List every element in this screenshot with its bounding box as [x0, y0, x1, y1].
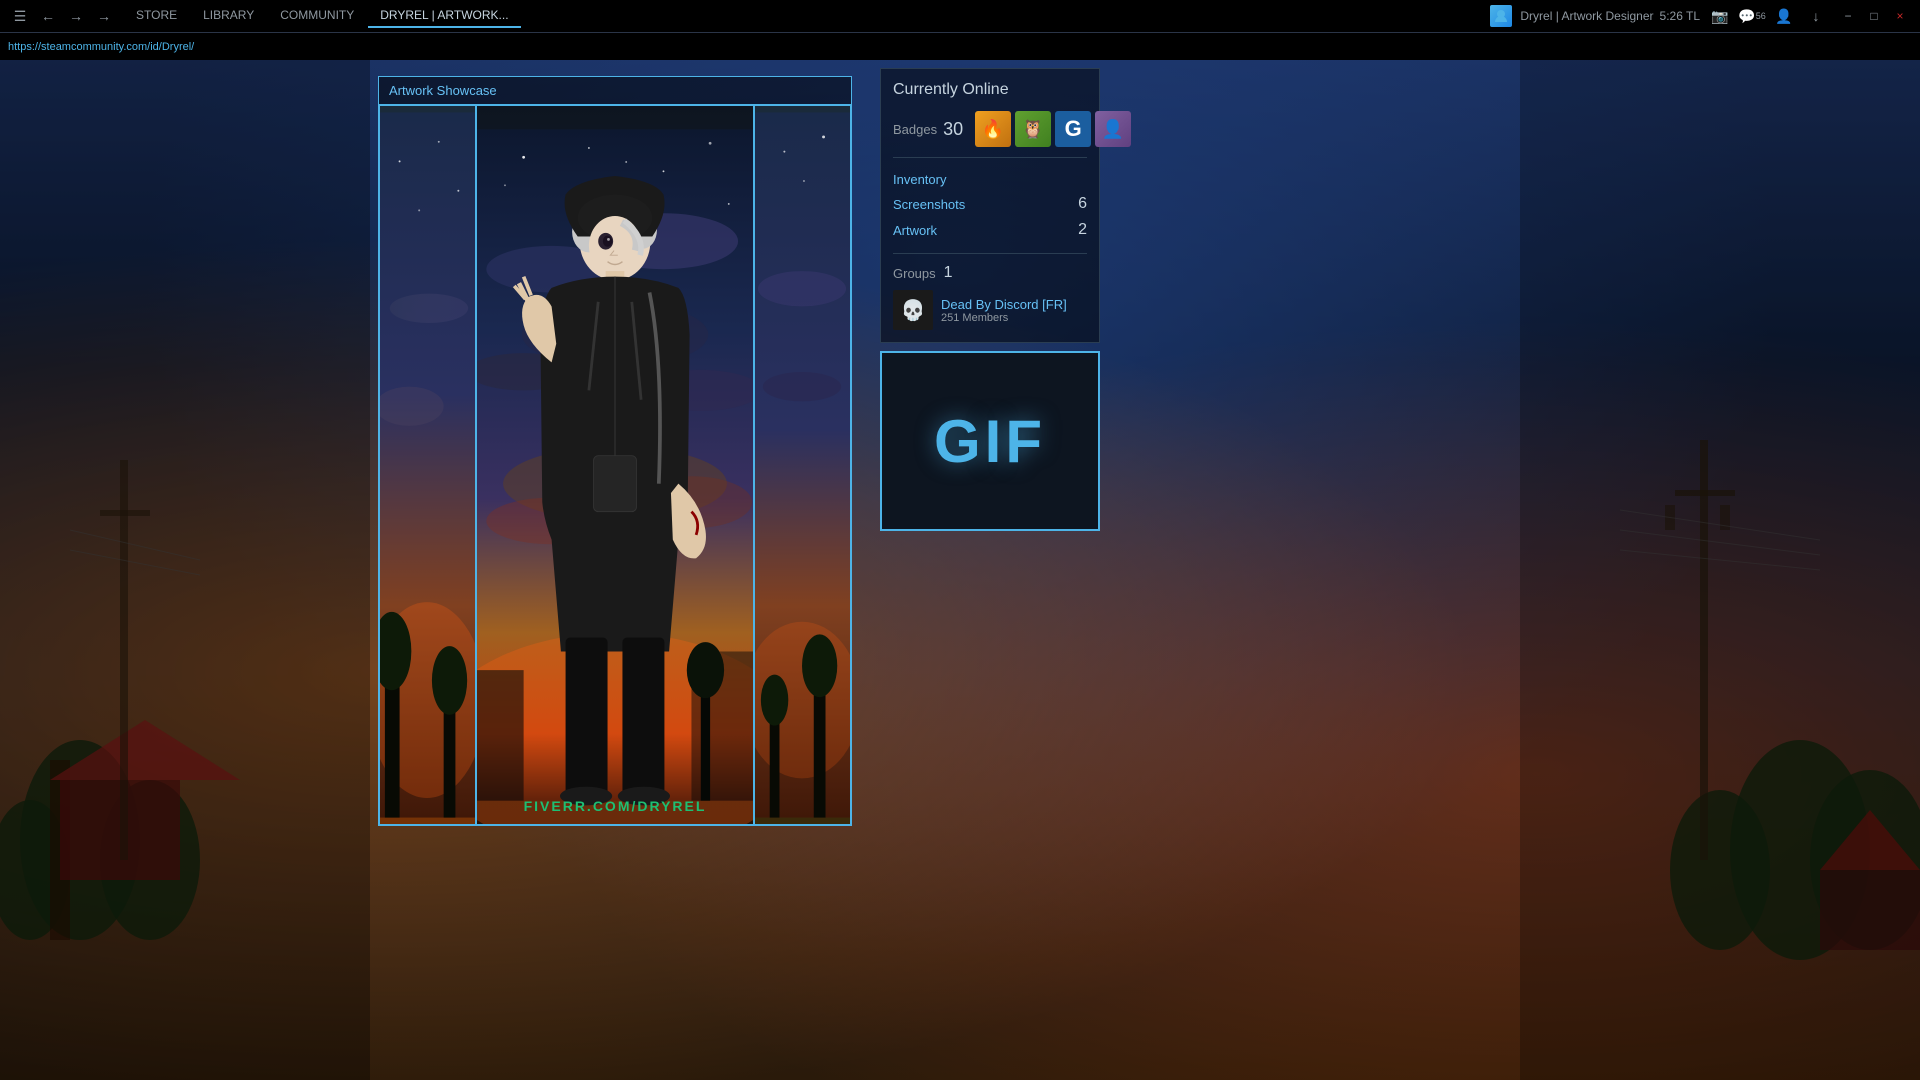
badge-owl[interactable]: 🦉 [1015, 111, 1051, 147]
tab-store[interactable]: STORE [124, 4, 189, 28]
forward-button[interactable]: → [64, 4, 88, 28]
chat-icon[interactable]: 💬 56 [1740, 4, 1764, 28]
artwork-link[interactable]: Artwork [893, 223, 937, 238]
main-content: Artwork Showcase [0, 60, 1920, 1080]
showcase-panels: FIVERR.COM/DRYREL [379, 105, 851, 825]
url-text[interactable]: https://steamcommunity.com/id/Dryrel/ [8, 41, 194, 53]
badges-count: 30 [943, 119, 963, 140]
titlebar-right: Dryrel | Artwork Designer 5:26 TL 📷 💬 56… [1490, 4, 1912, 28]
divider-1 [893, 157, 1087, 158]
info-panel-wrapper: Currently Online Badges 30 🔥 🦉 G 👤 Inven… [880, 68, 1100, 531]
artwork-showcase-container: Artwork Showcase [370, 68, 860, 826]
badge-yellow[interactable]: 🔥 [975, 111, 1011, 147]
username: Dryrel | Artwork Designer [1520, 9, 1653, 23]
badges-row: Badges 30 🔥 🦉 G 👤 [893, 111, 1087, 147]
notification-count: 56 [1756, 11, 1766, 21]
minimize-button[interactable]: − [1836, 4, 1860, 28]
inventory-item: Inventory [893, 168, 1087, 191]
gif-panel[interactable]: GIF [880, 351, 1100, 531]
badge-icons: 🔥 🦉 G 👤 [975, 111, 1131, 147]
badge-anime[interactable]: 👤 [1095, 111, 1131, 147]
screenshots-count: 6 [1078, 195, 1087, 213]
screenshots-item: Screenshots 6 [893, 191, 1087, 217]
badges-label: Badges [893, 122, 937, 137]
tab-community[interactable]: COMMUNITY [268, 4, 366, 28]
fiverr-text: FIVERR.COM/ [524, 798, 638, 814]
panel-right[interactable] [754, 105, 851, 825]
currently-online-panel: Currently Online Badges 30 🔥 🦉 G 👤 Inven… [880, 68, 1100, 343]
download-icon[interactable]: ↓ [1804, 4, 1828, 28]
group-members: 251 Members [941, 312, 1067, 324]
close-button[interactable]: × [1888, 4, 1912, 28]
titlebar: ☰ ← → → STORE LIBRARY COMMUNITY DRYREL |… [0, 0, 1920, 32]
artwork-count: 2 [1078, 221, 1087, 239]
stats-section: Inventory Screenshots 6 Artwork 2 [893, 168, 1087, 243]
user-avatar[interactable] [1490, 5, 1512, 27]
user-info: Dryrel | Artwork Designer 5:26 TL [1520, 9, 1700, 23]
bg-left-overlay [0, 60, 370, 1080]
tab-bar: STORE LIBRARY COMMUNITY DRYREL | ARTWORK… [124, 4, 1482, 28]
inventory-link[interactable]: Inventory [893, 172, 946, 187]
showcase-title: Artwork Showcase [379, 77, 851, 105]
refresh-button[interactable]: → [92, 4, 116, 28]
groups-text: Groups [893, 266, 936, 281]
group-avatar: 💀 [893, 290, 933, 330]
divider-2 [893, 253, 1087, 254]
window-controls: − □ × [1836, 4, 1912, 28]
menu-icon[interactable]: ☰ [8, 4, 32, 28]
nav-controls: ☰ ← → → [8, 4, 116, 28]
groups-count: 1 [944, 264, 953, 282]
group-item[interactable]: 💀 Dead By Discord [FR] 251 Members [893, 290, 1087, 330]
artwork-showcase: Artwork Showcase [378, 76, 852, 826]
user-time: 5:26 TL [1660, 9, 1700, 23]
panel-left[interactable] [379, 105, 476, 825]
online-status-header: Currently Online [893, 81, 1087, 99]
group-name[interactable]: Dead By Discord [FR] [941, 297, 1067, 312]
panel-center[interactable]: FIVERR.COM/DRYREL [476, 105, 754, 825]
back-button[interactable]: ← [36, 4, 60, 28]
tab-artwork[interactable]: DRYREL | ARTWORK... [368, 4, 520, 28]
group-info: Dead By Discord [FR] 251 Members [941, 297, 1067, 324]
fiverr-user: DRYREL [637, 798, 706, 814]
groups-label: Groups 1 [893, 264, 1087, 282]
gif-label: GIF [934, 407, 1046, 476]
screenshots-link[interactable]: Screenshots [893, 197, 965, 212]
address-bar: https://steamcommunity.com/id/Dryrel/ [0, 32, 1920, 60]
maximize-button[interactable]: □ [1862, 4, 1886, 28]
badge-g[interactable]: G [1055, 111, 1091, 147]
fiverr-watermark: FIVERR.COM/DRYREL [524, 798, 707, 814]
artwork-item: Artwork 2 [893, 217, 1087, 243]
tab-library[interactable]: LIBRARY [191, 4, 266, 28]
bg-right-overlay [1520, 60, 1920, 1080]
friends-icon[interactable]: 👤 [1772, 4, 1796, 28]
groups-section: Groups 1 💀 Dead By Discord [FR] 251 Memb… [893, 264, 1087, 330]
screenshot-icon[interactable]: 📷 [1708, 4, 1732, 28]
